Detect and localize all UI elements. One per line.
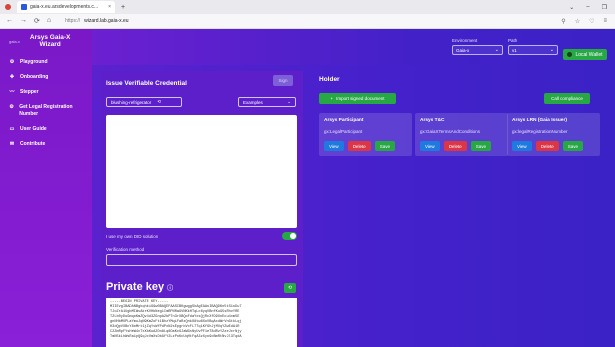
delete-button[interactable]: Delete [443,141,467,151]
sidebar-nav: ⚙ Playground ✚ Onboarding 〰 Stepper ⚙ Get Le… [0,55,92,152]
main-content: Issue Verifiable Credential Sign blushin… [92,65,615,347]
window-controls: ⌄ – ❐ [569,4,607,11]
chevron-down-icon: ⌄ [549,47,554,53]
call-compliance-button[interactable]: Call compliance [544,93,590,104]
browser-tabbar: gaia-x.eu.arsdevelopments.c... × + ⌄ – ❐ [0,0,615,14]
sidebar: gaia-x Arsys Gaia-X Wizard ⚙ Playground ✚… [0,29,92,347]
bookmark-star-icon[interactable]: ☆ [575,18,580,25]
favorites-icon[interactable]: ♡ [589,18,594,25]
browser-menu-icon[interactable]: ≡ [603,18,607,25]
issue-panel: Issue Verifiable Credential Sign blushin… [101,71,303,347]
minimize-icon[interactable]: – [586,4,589,11]
chevron-down-icon: ⌄ [494,47,499,53]
chevron-down-icon: ⌄ [287,99,291,104]
holder-card: Arsys Participant gx:LegalParticipant Vi… [319,113,412,156]
address-bar: ← → ⟳ ⌂ https://wizard.lab.gaia-x.eu ⚲ ☆… [0,14,615,29]
gaia-x-logo: gaia-x [9,38,20,44]
view-button[interactable]: View [324,141,344,151]
sidebar-item-stepper[interactable]: 〰 Stepper [0,85,92,100]
translate-icon[interactable]: ⚲ [561,18,565,25]
app-title: Arsys Gaia-X Wizard [29,34,71,48]
path-group: Path v1 ⌄ [508,38,558,55]
environment-select[interactable]: Gaia-x ⌄ [452,45,503,55]
tab-list-icon[interactable]: ⌄ [569,4,574,11]
path-label: Path [508,38,518,43]
verification-method-input[interactable] [106,254,297,266]
mail-icon: ✉ [9,141,15,147]
delete-button[interactable]: Delete [347,141,371,151]
holder-card: Arsys T&C gx:GaiaXTermsAndConditions Vie… [415,113,508,156]
environment-group: Environment Gaia-x ⌄ [452,38,503,55]
delete-button[interactable]: Delete [535,141,559,151]
holder-card: Arsys LRN (Gaia Issuer) gx:legalRegistra… [507,113,600,156]
environment-label: Environment [452,38,478,43]
own-did-toggle[interactable] [282,232,297,240]
sidebar-item-playground[interactable]: ⚙ Playground [0,55,92,70]
info-icon[interactable]: ⓘ [167,283,173,292]
book-icon: ▭ [9,126,15,132]
tab-title: gaia-x.eu.arsdevelopments.c... [30,4,99,10]
local-wallet-button[interactable]: Local Wallet [563,49,607,60]
document-name-input[interactable]: blushing-refrigerator ⟲ [106,97,182,107]
card-type: gx:LegalParticipant [324,129,363,134]
credential-editor[interactable] [106,115,297,228]
view-button[interactable]: View [420,141,440,151]
stepper-icon: 〰 [9,89,15,95]
new-tab-button[interactable]: + [121,4,125,11]
url-field[interactable]: https://wizard.lab.gaia-x.eu [65,18,128,24]
url-host: wizard.lab.gaia-x.eu [84,18,129,24]
wallet-status-icon [567,52,573,57]
sidebar-item-user-guide[interactable]: ▭ User Guide [0,122,92,137]
import-signed-document-button[interactable]: + Import signed document [319,93,396,104]
card-type: gx:GaiaXTermsAndConditions [420,129,481,134]
sidebar-item-legal-registration[interactable]: ⚙ Get Legal Registration Number [0,100,92,122]
card-title: Arsys Participant [324,118,364,123]
holder-title: Holder [319,76,340,83]
home-icon[interactable]: ⌂ [47,17,51,25]
back-icon[interactable]: ← [6,17,13,25]
tab-close-icon[interactable]: × [108,4,111,10]
plus-icon: + [330,96,334,101]
regenerate-key-button[interactable]: ⟲ [284,283,296,293]
view-button[interactable]: View [512,141,532,151]
card-title: Arsys LRN (Gaia Issuer) [512,118,567,123]
sidebar-item-onboarding[interactable]: ✚ Onboarding [0,70,92,85]
save-button[interactable]: Save [470,141,491,151]
browser-menu-icon[interactable] [5,4,11,10]
regenerate-icon[interactable]: ⟲ [157,99,161,105]
playground-icon: ⚙ [9,59,15,65]
sidebar-item-contribute[interactable]: ✉ Contribute [0,137,92,152]
private-key-title: Private key ⓘ [106,281,174,293]
sign-button[interactable]: Sign [273,75,293,86]
favicon-icon [21,4,27,10]
examples-select[interactable]: Examples ⌄ [238,97,296,107]
gear-icon: ⚙ [9,104,14,110]
brand: gaia-x Arsys Gaia-X Wizard [0,29,92,53]
top-bar: Environment Gaia-x ⌄ Path v1 ⌄ Local Walle… [92,29,615,65]
card-title: Arsys T&C [420,118,445,123]
forward-icon[interactable]: → [20,17,27,25]
maximize-icon[interactable]: ❐ [602,4,607,11]
issue-title: Issue Verifiable Credential [106,80,187,87]
private-key-textarea[interactable]: -----BEGIN PRIVATE KEY----- MIIEvgIBADAN… [106,298,297,347]
verification-method-label: Verification method [106,247,145,252]
card-type: gx:legalRegistrationNumber [512,129,568,134]
path-select[interactable]: v1 ⌄ [508,45,558,55]
save-button[interactable]: Save [374,141,395,151]
refresh-icon[interactable]: ⟳ [34,17,40,25]
save-button[interactable]: Save [562,141,583,151]
browser-tab[interactable]: gaia-x.eu.arsdevelopments.c... × [17,1,115,13]
own-did-label: I use my own DID solution [106,234,159,239]
url-prefix: https:// [65,18,81,24]
onboarding-icon: ✚ [9,74,15,80]
